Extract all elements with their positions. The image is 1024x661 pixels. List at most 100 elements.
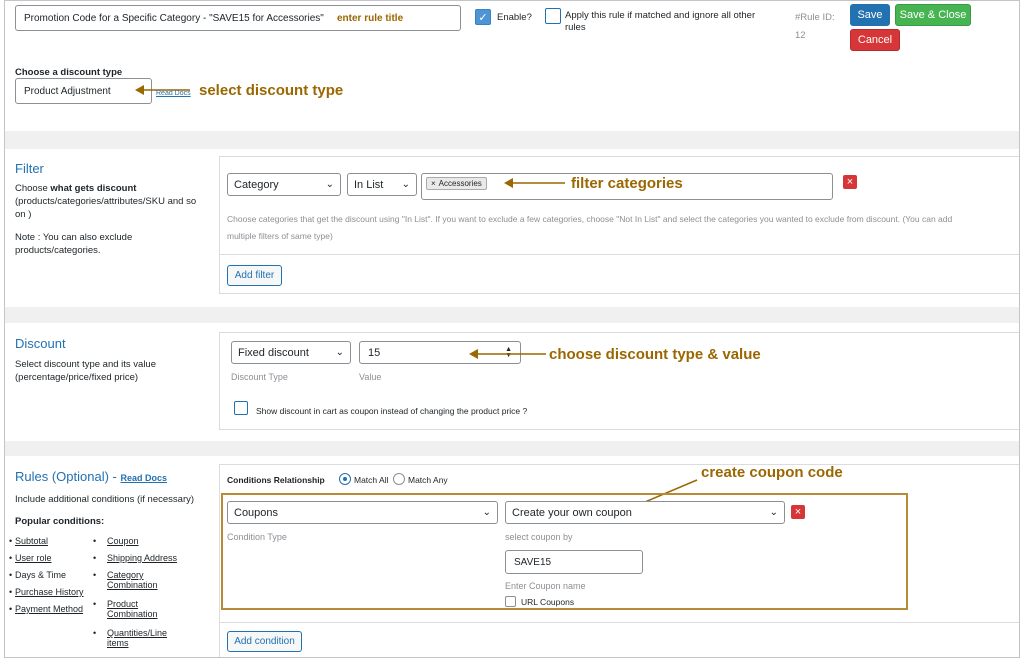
apply-only-checkbox[interactable]: [545, 8, 561, 24]
filter-divider: [219, 254, 1019, 255]
annotation-filter-categories: filter categories: [571, 175, 683, 192]
rules-desc: Include additional conditions (if necess…: [15, 494, 195, 505]
rules-divider: [219, 622, 1019, 623]
filter-operator-value: In List: [354, 178, 384, 191]
rule-id-label: #Rule ID:: [795, 12, 835, 23]
popular-heading: Popular conditions:: [15, 516, 105, 527]
chevron-down-icon: ⌄: [325, 179, 334, 190]
coupon-name-input[interactable]: SAVE15: [505, 550, 643, 574]
popular-item[interactable]: • Product Combination: [93, 599, 177, 628]
filter-operator-select[interactable]: In List ⌄: [347, 173, 417, 196]
show-as-coupon-checkbox[interactable]: [234, 401, 248, 415]
arrow-filter-icon: [504, 178, 565, 188]
popular-item[interactable]: • Category Combination: [93, 570, 177, 599]
accessories-tag[interactable]: × Accessories: [426, 177, 487, 190]
popular-item-label[interactable]: Purchase History: [15, 587, 84, 597]
popular-item-label[interactable]: Product: [107, 599, 138, 609]
match-any-label: Match Any: [408, 475, 448, 485]
annotation-rule-title: enter rule title: [337, 13, 404, 24]
rules-title: Rules (Optional) - Read Docs: [15, 469, 167, 484]
discount-type-value: Product Adjustment: [24, 85, 111, 97]
popular-item[interactable]: • User role: [9, 553, 84, 570]
chevron-down-icon: ⌄: [335, 347, 344, 358]
coupon-name-value: SAVE15: [514, 556, 552, 568]
save-close-button[interactable]: Save & Close: [895, 4, 971, 26]
filter-type-value: Category: [234, 178, 279, 191]
popular-item[interactable]: • Purchase History: [9, 587, 84, 604]
filter-help-line1: Choose categories that get the discount …: [227, 214, 953, 224]
discount-desc-line1: Select discount type and its value: [15, 359, 157, 370]
enable-label: Enable?: [497, 12, 532, 23]
match-any-radio[interactable]: [393, 473, 405, 485]
url-coupons-label: URL Coupons: [521, 597, 575, 607]
read-docs-link[interactable]: Read Docs: [156, 90, 191, 97]
filter-help-line2: multiple filters of same type): [227, 231, 333, 241]
popular-item[interactable]: • Days & Time: [9, 570, 84, 587]
popular-item-label[interactable]: Category: [107, 570, 144, 580]
popular-item-label[interactable]: Subtotal: [15, 536, 48, 546]
discount-type-heading: Choose a discount type: [15, 67, 123, 78]
popular-item-label-2[interactable]: Combination: [107, 609, 158, 619]
popular-item-label[interactable]: Coupon: [107, 536, 139, 546]
enable-checkbox[interactable]: ✓: [475, 9, 491, 25]
condition-type-select[interactable]: Coupons ⌄: [227, 501, 498, 524]
remove-condition-button[interactable]: ×: [791, 505, 805, 519]
save-button[interactable]: Save: [850, 4, 890, 26]
filter-desc-line1: Choose what gets discount: [15, 182, 136, 195]
filter-desc-bold: what gets discount: [50, 183, 137, 194]
discount-desc-line2: (percentage/price/fixed price): [15, 372, 139, 383]
discount-type-value-select[interactable]: Fixed discount ⌄: [231, 341, 351, 364]
popular-item-label[interactable]: User role: [15, 553, 52, 563]
chevron-down-icon: ⌄: [401, 179, 410, 190]
popular-item-label[interactable]: Days & Time: [15, 570, 66, 580]
popular-left-list: • Subtotal • User role • Days & Time • Purch…: [9, 536, 84, 621]
popular-item[interactable]: • Shipping Address: [93, 553, 177, 570]
popular-item-label-2[interactable]: items: [107, 638, 129, 648]
popular-item[interactable]: • Subtotal: [9, 536, 84, 553]
add-filter-button[interactable]: Add filter: [227, 265, 282, 286]
match-all-label: Match All: [354, 475, 389, 485]
filter-note-line2: products/categories.: [15, 245, 101, 256]
discount-type-select[interactable]: Product Adjustment: [15, 78, 152, 104]
discount-type-caption: Discount Type: [231, 372, 288, 382]
remove-filter-button[interactable]: ×: [843, 175, 857, 189]
match-all-radio[interactable]: [339, 473, 351, 485]
popular-item[interactable]: • Payment Method: [9, 604, 84, 621]
arrow-discount-value-icon: [469, 349, 546, 359]
chevron-down-icon: ⌄: [482, 507, 491, 518]
popular-item-label-2[interactable]: Combination: [107, 580, 158, 590]
filter-type-select[interactable]: Category ⌄: [227, 173, 341, 196]
accessories-tag-label: Accessories: [438, 179, 482, 188]
apply-only-label-2: rules: [565, 22, 586, 33]
annotation-discount-value: choose discount type & value: [549, 346, 761, 363]
condition-type-caption: Condition Type: [227, 532, 287, 542]
popular-item[interactable]: • Quantities/Line items: [93, 628, 177, 657]
popular-item-label[interactable]: Quantities/Line: [107, 628, 167, 638]
discount-kind-value: Fixed discount: [238, 346, 309, 359]
remove-tag-icon[interactable]: ×: [431, 179, 436, 188]
relationship-label: Conditions Relationship: [227, 475, 325, 485]
add-condition-button[interactable]: Add condition: [227, 631, 302, 652]
radio-dot-icon: [343, 477, 347, 481]
coupon-name-caption: Enter Coupon name: [505, 581, 586, 591]
popular-item-label[interactable]: Shipping Address: [107, 553, 177, 563]
chevron-down-icon: ⌄: [769, 507, 778, 518]
popular-right-list: • Coupon • Shipping Address • Category Combi…: [93, 536, 177, 657]
discount-value-caption: Value: [359, 372, 382, 382]
condition-type-value: Coupons: [234, 506, 279, 519]
popular-item-label[interactable]: Payment Method: [15, 604, 83, 614]
rule-title-value: Promotion Code for a Specific Category -…: [24, 12, 324, 24]
filter-note-line1: Note : You can also exclude: [15, 232, 133, 243]
popular-item[interactable]: • Coupon: [93, 536, 177, 553]
rule-editor: Promotion Code for a Specific Category -…: [4, 0, 1020, 658]
rules-read-docs-link[interactable]: Read Docs: [121, 473, 168, 483]
discount-value: 15: [368, 346, 381, 359]
coupon-mode-select[interactable]: Create your own coupon ⌄: [505, 501, 785, 524]
filter-desc-line2: (products/categories/attributes/SKU and …: [15, 196, 197, 207]
show-as-coupon-label: Show discount in cart as coupon instead …: [256, 406, 528, 416]
discount-title: Discount: [15, 336, 66, 351]
annotation-discount-type: select discount type: [199, 82, 344, 99]
coupon-mode-caption: select coupon by: [505, 532, 573, 542]
url-coupons-checkbox[interactable]: [505, 596, 516, 607]
cancel-button[interactable]: Cancel: [850, 29, 900, 51]
